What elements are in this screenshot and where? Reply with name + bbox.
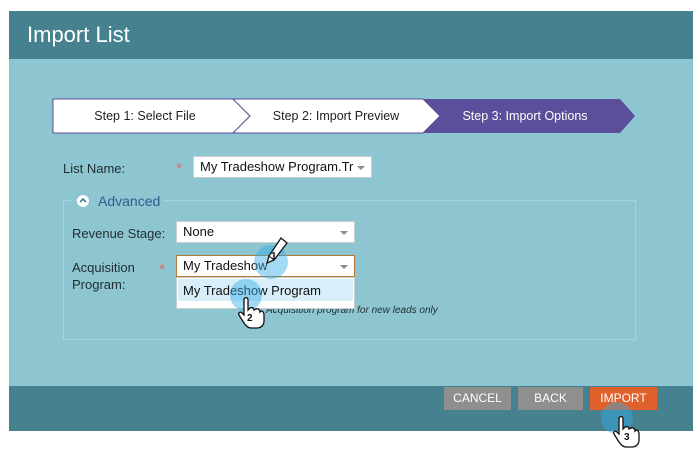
acquisition-label-line1: Acquisition [72,260,135,275]
step-wizard: Step 1: Select File Step 2: Import Previ… [52,98,635,134]
step-2-label: Step 2: Import Preview [273,109,400,123]
chevron-down-icon [357,166,365,170]
pencil-icon [265,237,288,265]
title-bar: Import List [9,11,693,59]
advanced-toggle[interactable]: Advanced [72,191,164,211]
revenue-stage-label: Revenue Stage: [72,226,166,241]
dropdown-option[interactable]: My Tradeshow Program [178,279,353,301]
list-name-select[interactable]: My Tradeshow Program.Tr [193,156,372,178]
revenue-stage-value: None [183,224,215,239]
collapse-up-icon [77,195,89,207]
dialog-title: Import List [27,22,130,47]
cancel-button[interactable]: CANCEL [444,387,511,410]
chevron-down-icon [340,265,348,269]
chevron-down-icon [340,231,348,235]
marker-2-number: 2 [247,313,253,324]
acquisition-required-mark: * [159,262,166,279]
acquisition-label-line2: Program: [72,277,126,292]
list-name-value: My Tradeshow Program.Tr [200,159,354,174]
acquisition-dropdown: My Tradeshow Program [176,277,355,309]
list-name-required-mark: * [176,161,183,178]
list-name-label: List Name: [63,161,126,176]
advanced-label: Advanced [98,193,161,209]
marker-1-number: 1 [271,251,277,262]
marker-3-number: 3 [624,432,630,443]
step-1-label: Step 1: Select File [94,109,195,123]
back-button[interactable]: BACK [518,387,583,410]
step-3-label: Step 3: Import Options [462,109,587,123]
